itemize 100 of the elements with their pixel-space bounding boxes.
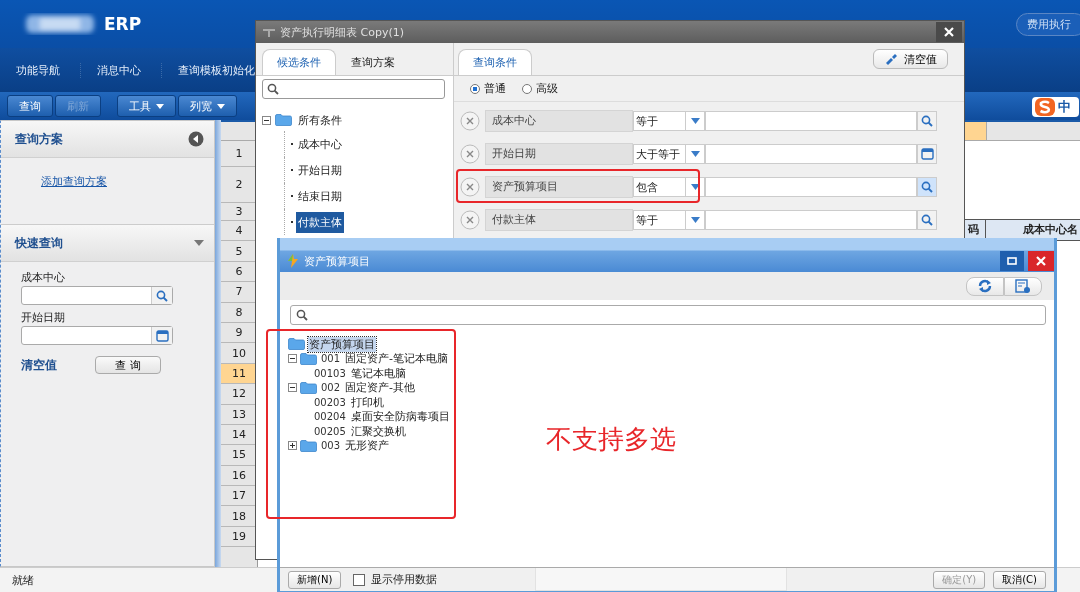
collapse-icon[interactable] [188, 131, 204, 147]
collapse-icon[interactable] [288, 354, 297, 364]
tree-node[interactable]: 结束日期 [296, 185, 344, 207]
operator-select[interactable]: 等于 [633, 210, 705, 230]
ime-indicator[interactable]: 中 [1032, 97, 1079, 117]
remove-icon[interactable] [460, 210, 480, 230]
status-text: 就绪 [12, 572, 34, 588]
close-icon [1036, 256, 1046, 266]
tree-node[interactable]: 所有条件 [296, 109, 344, 131]
window-icon [262, 26, 276, 38]
checkbox[interactable]: 显示停用数据 [353, 572, 438, 587]
operator-select[interactable]: 大于等于 [633, 144, 705, 164]
tree-node[interactable]: 00103 笔记本电脑 [313, 365, 407, 381]
radio-option[interactable]: 普通 [470, 81, 506, 96]
remove-icon[interactable] [460, 144, 480, 164]
remove-icon[interactable] [460, 111, 480, 131]
maximize-icon [1007, 257, 1017, 265]
tree-node[interactable]: 00205 汇聚交换机 [313, 423, 407, 439]
caret-icon [156, 103, 164, 109]
tab[interactable]: 候选条件 [262, 49, 336, 75]
folder-icon [288, 338, 305, 351]
search-icon [921, 214, 933, 226]
tab[interactable]: 查询方案 [336, 49, 410, 75]
section-title: 查询方案 [15, 130, 63, 148]
input-field[interactable] [21, 326, 173, 345]
expand-icon[interactable] [288, 441, 297, 451]
brush-icon [884, 53, 898, 65]
tree-node[interactable]: 00203 打印机 [313, 394, 385, 410]
operator-select[interactable]: 等于 [633, 111, 705, 131]
toolbar-button[interactable]: 列宽 [178, 95, 237, 117]
caret-icon [690, 184, 700, 190]
app-title: ERP [104, 14, 142, 34]
nav-item[interactable]: 功能导航 [0, 62, 81, 78]
annotation-text: 不支持多选 [546, 423, 676, 456]
value-field[interactable] [705, 210, 917, 230]
search-icon [921, 115, 933, 127]
caret-icon [217, 103, 225, 109]
nav-item[interactable]: 消息中心 [81, 62, 162, 78]
cancel-button[interactable]: 取消(C) [993, 570, 1046, 589]
lookup-button[interactable] [917, 210, 937, 230]
settings-button[interactable] [1004, 276, 1042, 296]
search-icon [156, 289, 168, 302]
search-icon [267, 83, 279, 95]
section-title: 快速查询 [15, 234, 63, 252]
close-button[interactable] [1028, 251, 1054, 271]
tree-node[interactable]: 003 无形资产 [320, 438, 391, 454]
folder-icon [300, 381, 317, 394]
lookup-button[interactable] [917, 177, 937, 197]
search-field[interactable] [262, 79, 445, 99]
tab[interactable]: 查询条件 [458, 49, 532, 75]
caret-icon [690, 151, 700, 157]
tree-node[interactable]: 001 固定资产-笔记本电脑 [320, 351, 450, 367]
caret-icon [690, 118, 700, 124]
tree-node[interactable]: 付款主体 [296, 211, 344, 233]
tree-node[interactable]: 002 固定资产-其他 [320, 380, 417, 396]
remove-icon[interactable] [460, 177, 480, 197]
tree-node[interactable]: 资产预算项目 [308, 336, 376, 352]
collapse-icon[interactable] [288, 383, 297, 393]
clear-link[interactable]: 清空值 [21, 356, 57, 374]
maximize-button[interactable] [1000, 251, 1024, 271]
add-scheme-link[interactable]: 添加查询方案 [41, 175, 107, 188]
query-button[interactable]: 查 询 [95, 356, 161, 374]
new-button[interactable]: 新增(N) [288, 570, 342, 589]
caret-icon[interactable] [194, 240, 204, 246]
input-field[interactable] [21, 286, 173, 305]
radio-option[interactable]: 高级 [522, 81, 558, 96]
caret-icon [690, 217, 700, 223]
value-field[interactable] [705, 144, 917, 164]
close-button[interactable] [936, 22, 962, 42]
window-title: 资产预算项目 [304, 253, 370, 269]
clear-button[interactable]: 清空值 [873, 49, 948, 69]
ime-mode: 中 [1058, 98, 1071, 116]
value-field[interactable] [705, 111, 917, 131]
condition-field: 成本中心 [485, 110, 633, 132]
calendar-icon [155, 329, 169, 342]
condition-field: 付款主体 [485, 209, 633, 231]
tree-node[interactable]: 00204 桌面安全防病毒项目 [313, 409, 451, 425]
folder-icon [275, 114, 292, 126]
condition-field: 开始日期 [485, 143, 633, 165]
search-icon [296, 309, 308, 321]
toolbar-button[interactable]: 查询 [7, 95, 53, 117]
value-field[interactable] [705, 177, 917, 197]
window-title: 资产执行明细表 Copy(1) [280, 24, 404, 40]
close-icon [944, 27, 954, 37]
module-tab[interactable]: 费用执行 [1016, 12, 1080, 36]
search-field[interactable] [290, 305, 1046, 325]
operator-select[interactable]: 包含 [633, 177, 705, 197]
folder-icon [300, 352, 317, 365]
search-icon [921, 181, 933, 193]
collapse-icon[interactable] [262, 115, 271, 125]
folder-icon [300, 439, 317, 452]
lookup-button[interactable] [917, 111, 937, 131]
toolbar-button[interactable]: 工具 [117, 95, 176, 117]
date-button[interactable] [917, 144, 937, 164]
tree-node[interactable]: 成本中心 [296, 133, 344, 155]
tree-node[interactable]: 开始日期 [296, 159, 344, 181]
refresh-icon [977, 279, 993, 293]
refresh-button[interactable] [966, 276, 1004, 296]
calendar-icon [920, 148, 934, 160]
condition-field: 资产预算项目 [485, 176, 633, 198]
